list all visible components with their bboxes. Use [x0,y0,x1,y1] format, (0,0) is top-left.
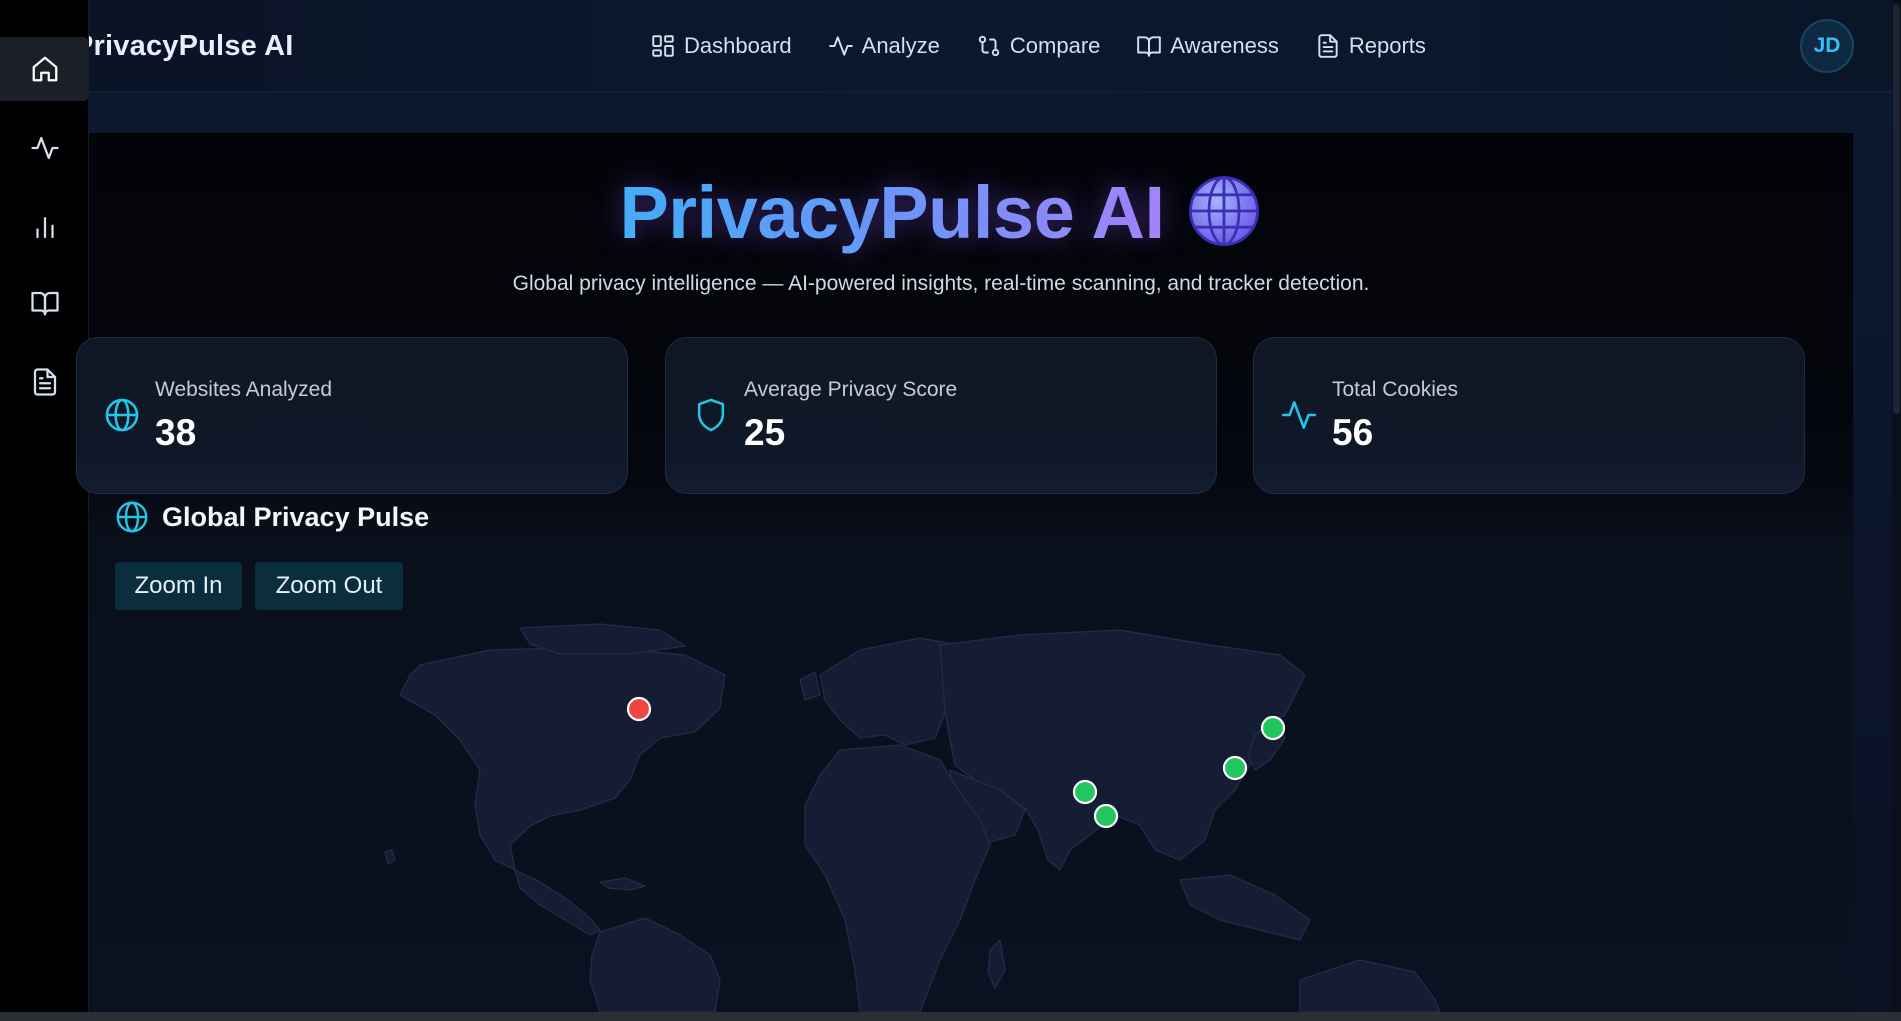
stat-label: Websites Analyzed [155,378,333,401]
file-text-icon [1318,34,1338,58]
brand-name: PrivacyPulse AI [74,30,294,62]
nav-reports-label: Reports [1348,33,1426,58]
hero-title: PrivacyPulse AI [0,170,1880,255]
nav-analyze[interactable]: Analyze [828,26,940,66]
stat-value: 56 [1332,412,1374,453]
section-title-text: Global Privacy Pulse [162,501,430,532]
file-text-icon [33,368,56,396]
nav-reports[interactable]: Reports [1315,26,1426,66]
region-uk [799,671,821,701]
nav-dashboard-label: Dashboard [684,33,792,58]
stat-label: Total Cookies [1332,378,1459,401]
nav-compare-label: Compare [1009,33,1101,58]
book-open-icon [1137,36,1162,57]
top-navbar: PrivacyPulse AI Dashboard Analyze Compar… [0,0,1892,92]
stat-value: 38 [155,412,197,453]
nav-awareness[interactable]: Awareness [1136,26,1279,66]
activity-icon [828,36,853,56]
shield-icon [697,398,725,432]
home-icon [32,56,57,82]
stat-card-cookies: Total Cookies 56 [1253,337,1805,494]
continent-central-america [514,869,601,936]
layout-grid-icon [652,35,674,57]
hero-subtitle: Global privacy intelligence — AI-powered… [512,272,1370,295]
globe-emoji-icon [1188,176,1259,246]
nav-dashboard[interactable]: Dashboard [650,26,792,66]
region-hawaii [384,849,396,865]
activity-icon [1281,401,1317,429]
continent-south-america [589,917,721,1012]
sidebar [0,0,89,1012]
main-nav: Dashboard Analyze Compare Awareness Repo… [650,26,1426,66]
stat-label: Average Privacy Score [744,378,958,401]
zoom-out-button[interactable]: Zoom Out [255,562,403,610]
app-root: PrivacyPulse AI Dashboard Analyze Compar… [0,0,1901,1021]
caribbean-islands [599,877,646,891]
window-bottom-edge [0,1012,1901,1021]
stat-value: 25 [744,412,786,453]
section-title: Global Privacy Pulse [114,497,429,537]
world-map[interactable] [300,620,1580,1012]
site-marker-india-north[interactable] [1072,779,1098,805]
site-marker-china[interactable] [1222,755,1248,781]
stat-card-privacy-score: Average Privacy Score 25 [665,337,1217,494]
site-marker-japan[interactable] [1260,715,1286,741]
region-southeast-asia [1179,874,1311,941]
sidebar-item-home[interactable] [0,37,89,101]
zoom-in-button[interactable]: Zoom In [115,562,242,610]
continent-arctic-islands [519,623,686,655]
nav-compare[interactable]: Compare [976,26,1100,66]
globe-icon [105,398,139,432]
activity-icon [30,136,59,160]
globe-icon [116,501,148,533]
nav-awareness-label: Awareness [1170,33,1279,58]
stat-card-websites: Websites Analyzed 38 [76,337,628,494]
git-compare-icon [978,35,1000,57]
hero-title-text: PrivacyPulse AI [619,171,1165,254]
nav-analyze-label: Analyze [861,33,940,58]
site-marker-india-south[interactable] [1093,803,1119,829]
site-marker-usa[interactable] [626,696,652,722]
page-scrollbar-thumb[interactable] [1893,4,1900,414]
continent-north-america [399,646,726,871]
continent-australia [1299,959,1441,1012]
user-avatar[interactable]: JD [1800,19,1854,73]
region-madagascar [987,939,1006,989]
